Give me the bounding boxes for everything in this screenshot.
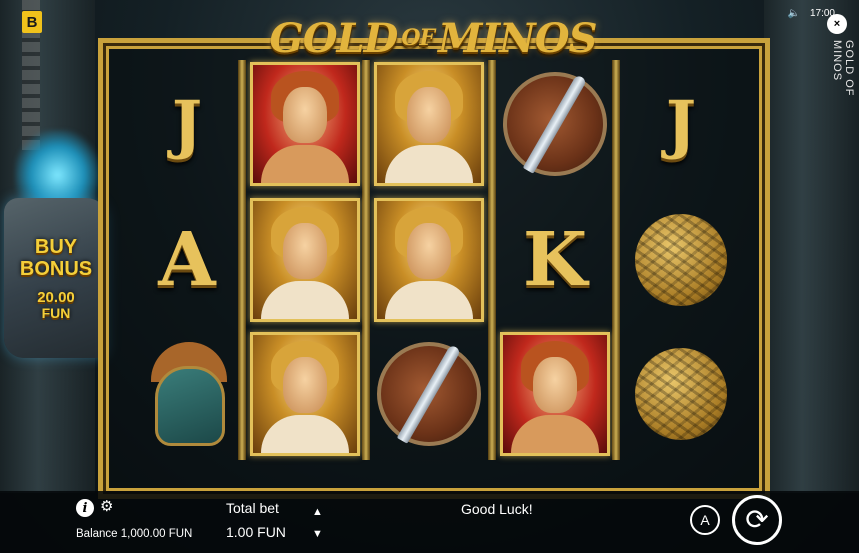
- info-icon[interactable]: i: [76, 499, 94, 517]
- balance-display: Balance 1,000.00 FUN: [76, 528, 193, 540]
- helmet-icon: [147, 342, 227, 446]
- close-button[interactable]: ×: [827, 14, 847, 34]
- spin-icon: ⟳: [745, 504, 769, 535]
- speaker-icon[interactable]: 🔈: [788, 8, 800, 19]
- bottom-control-bar: i ⚙ Balance 1,000.00 FUN Total bet 1.00 …: [0, 491, 859, 553]
- buy-bonus-price: 20.00: [37, 288, 75, 306]
- symbol-hero-card: [374, 62, 484, 186]
- game-logo: GOLD OF MINOS: [268, 12, 598, 64]
- letter-glyph: J: [171, 86, 203, 162]
- hero-portrait: [250, 198, 360, 322]
- symbol-hero-card: [250, 332, 360, 456]
- bet-stepper: ▲ ▼: [312, 501, 323, 545]
- symbol-yarn-ball: [626, 334, 736, 454]
- symbol-lady-card: [250, 62, 360, 186]
- shield-dagger-icon: [377, 342, 481, 446]
- reel-divider: [612, 60, 620, 460]
- yarn-ball-icon: [635, 214, 727, 306]
- logo-word-gold: GOLD: [269, 14, 399, 62]
- hero-portrait: [374, 198, 484, 322]
- yarn-ball-icon: [635, 348, 727, 440]
- symbol-lady-card: [500, 332, 610, 456]
- symbol-helmet: [132, 334, 242, 454]
- spin-button[interactable]: ⟳: [732, 495, 782, 545]
- hero-portrait: [250, 332, 360, 456]
- lady-portrait: [250, 62, 360, 186]
- symbol-letter-a: A: [132, 200, 242, 320]
- brand-badge: B: [22, 11, 42, 33]
- lady-portrait: [500, 332, 610, 456]
- bet-up-arrow-icon[interactable]: ▲: [312, 501, 323, 523]
- buy-bonus-currency: FUN: [41, 304, 71, 321]
- symbol-letter-k: K: [500, 200, 610, 320]
- status-message: Good Luck!: [461, 501, 533, 517]
- bet-down-arrow-icon[interactable]: ▼: [312, 523, 323, 545]
- reel-divider: [488, 60, 496, 460]
- total-bet-label: Total bet: [226, 500, 279, 516]
- logo-word-minos: MINOS: [438, 14, 597, 62]
- buy-bonus-button[interactable]: BUY BONUS 20.00 FUN: [4, 198, 108, 358]
- vertical-game-title: GOLD OF MINOS: [831, 40, 855, 97]
- symbol-hero-card: [374, 198, 484, 322]
- hero-portrait: [374, 62, 484, 186]
- symbol-shield-dagger: [500, 64, 610, 184]
- letter-glyph: A: [158, 217, 216, 303]
- total-bet-value: 1.00 FUN: [226, 524, 286, 540]
- reel-divider: [362, 60, 370, 460]
- symbol-hero-card: [250, 198, 360, 322]
- buy-bonus-line2: BONUS: [19, 257, 93, 280]
- shield-dagger-icon: [503, 72, 607, 176]
- symbol-letter-j: J: [132, 64, 242, 184]
- letter-glyph: J: [665, 86, 697, 162]
- symbol-yarn-ball: [626, 200, 736, 320]
- symbol-shield-dagger: [374, 334, 484, 454]
- buy-bonus-line1: BUY: [34, 235, 78, 258]
- gear-icon[interactable]: ⚙: [100, 497, 113, 515]
- symbol-letter-j: J: [626, 64, 736, 184]
- letter-glyph: K: [522, 217, 588, 303]
- blue-flame-decoration: [15, 130, 100, 205]
- logo-word-of: OF: [401, 25, 435, 51]
- autoplay-button[interactable]: A: [690, 505, 720, 535]
